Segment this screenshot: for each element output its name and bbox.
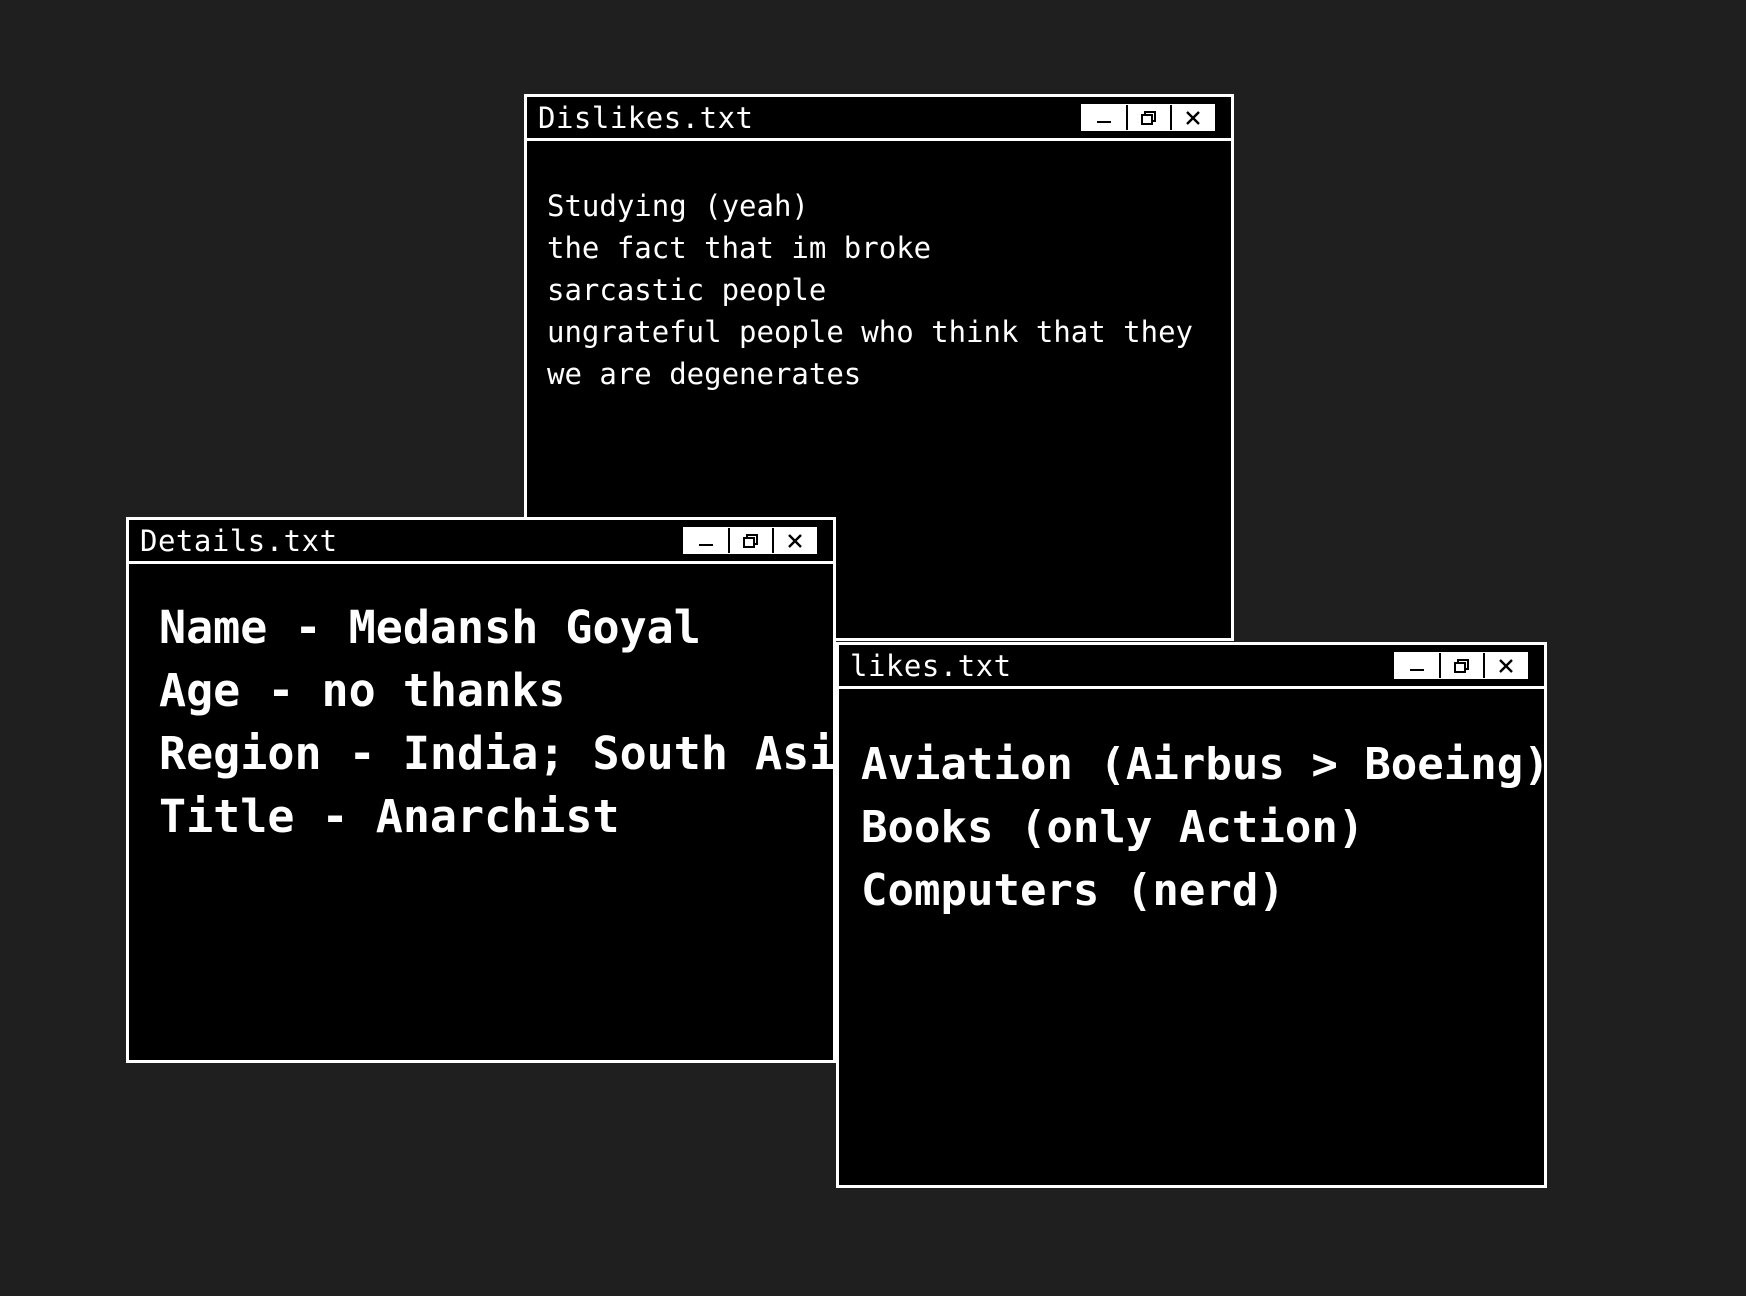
dislike-line: ungrateful people who think that they — [547, 315, 1194, 349]
details-titlebar[interactable]: Details.txt — [129, 520, 833, 564]
likes-titlebar[interactable]: likes.txt — [839, 645, 1544, 689]
close-button[interactable] — [1483, 653, 1527, 678]
dislike-line: Studying (yeah) — [547, 189, 809, 223]
likes-content[interactable]: Aviation (Airbus > Boeing) Books (only A… — [839, 689, 1544, 922]
close-button[interactable] — [1170, 105, 1214, 130]
dislikes-titlebar[interactable]: Dislikes.txt — [527, 97, 1231, 141]
window-title: likes.txt — [850, 648, 1012, 683]
window-controls — [683, 527, 817, 554]
dislike-line: we are degenerates — [547, 357, 862, 391]
dislike-line: sarcastic people — [547, 273, 827, 307]
minimize-icon — [699, 543, 713, 546]
restore-icon — [1454, 658, 1469, 673]
restore-button[interactable] — [1126, 105, 1170, 130]
minimize-button[interactable] — [684, 528, 728, 553]
restore-button[interactable] — [1439, 653, 1483, 678]
like-line: Aviation (Airbus > Boeing) — [861, 739, 1544, 790]
close-icon — [788, 533, 802, 548]
window-controls — [1394, 652, 1528, 679]
restore-icon — [743, 533, 758, 548]
window-title: Details.txt — [140, 523, 338, 558]
restore-icon — [1141, 110, 1156, 125]
close-button[interactable] — [772, 528, 816, 553]
minimize-button[interactable] — [1395, 653, 1439, 678]
close-icon — [1499, 658, 1513, 673]
detail-line: Age - no thanks — [159, 664, 566, 717]
minimize-icon — [1410, 668, 1424, 671]
detail-line: Name - Medansh Goyal — [159, 601, 701, 654]
window-controls — [1081, 104, 1215, 131]
detail-line: Title - Anarchist — [159, 790, 620, 843]
window-title: Dislikes.txt — [538, 100, 754, 135]
likes-window[interactable]: likes.txt Aviation (Airbus > Boeing) Boo… — [836, 642, 1547, 1188]
minimize-icon — [1097, 120, 1111, 123]
restore-button[interactable] — [728, 528, 772, 553]
details-content[interactable]: Name - Medansh Goyal Age - no thanks Reg… — [129, 564, 833, 848]
dislike-line: the fact that im broke — [547, 231, 932, 265]
details-window[interactable]: Details.txt Name - Medansh Goyal Age - n… — [126, 517, 836, 1063]
like-line: Books (only Action) — [861, 802, 1365, 853]
like-line: Computers (nerd) — [861, 865, 1285, 916]
minimize-button[interactable] — [1082, 105, 1126, 130]
detail-line: Region - India; South Asia — [159, 727, 833, 780]
close-icon — [1186, 110, 1200, 125]
dislikes-content[interactable]: Studying (yeah) the fact that im broke s… — [527, 141, 1231, 395]
